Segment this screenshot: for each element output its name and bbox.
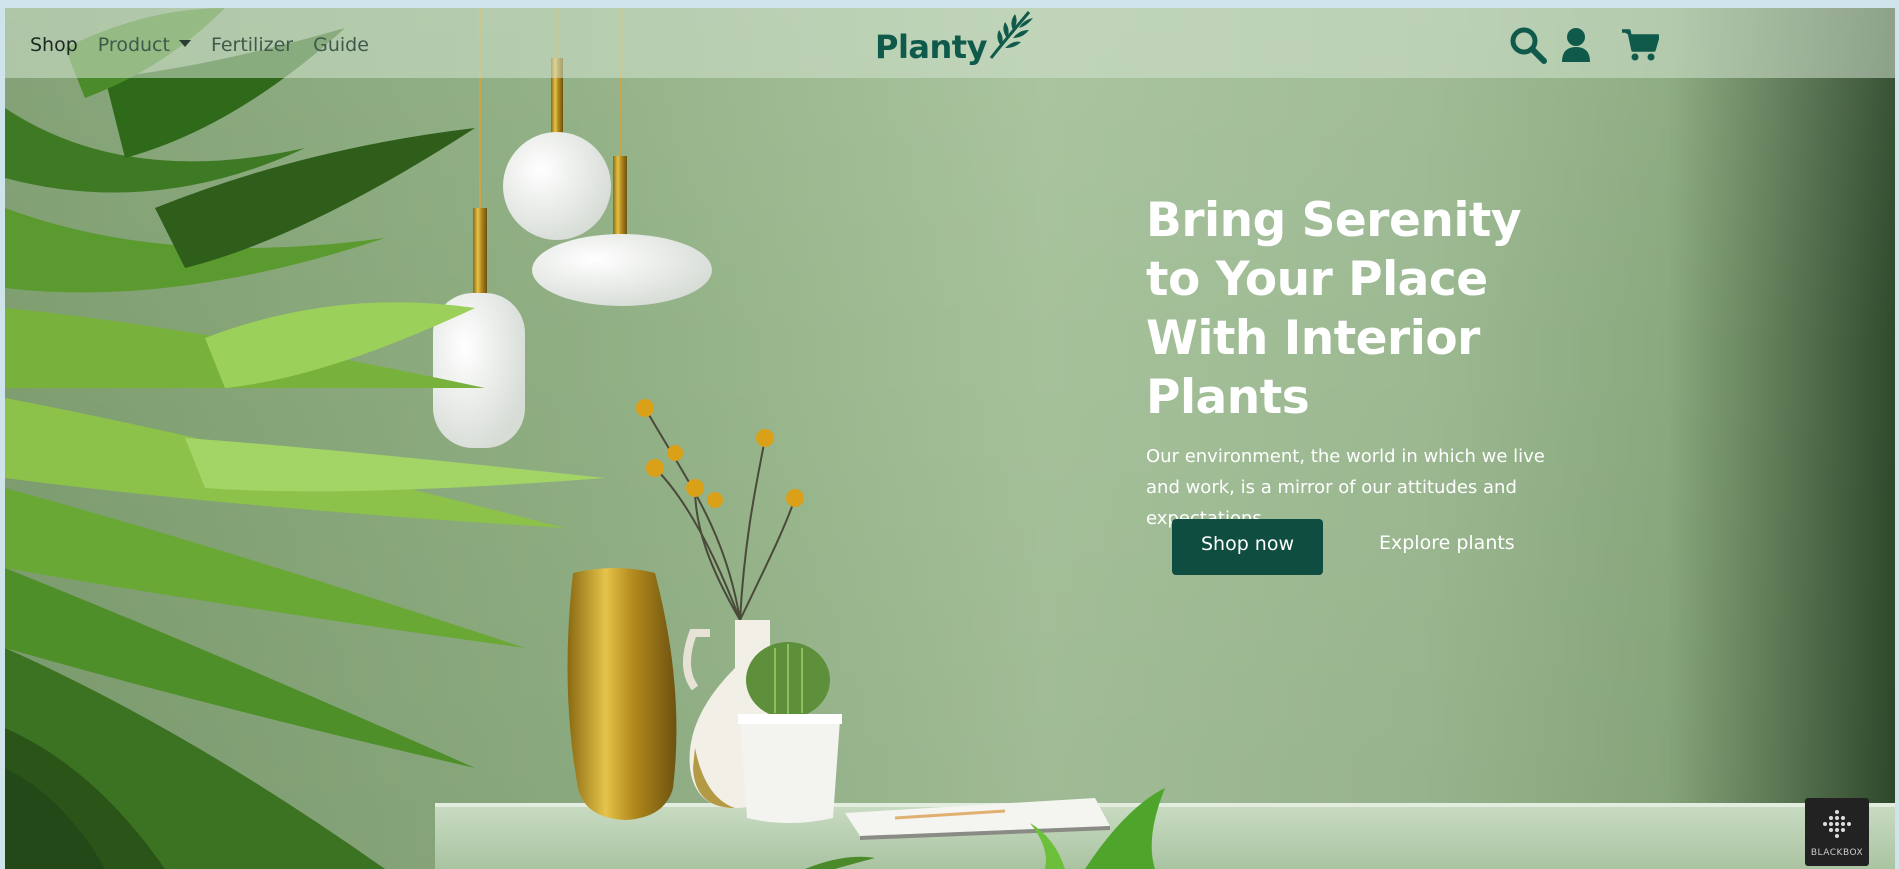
plant-pot — [740, 720, 840, 823]
pendant-lamp — [532, 234, 712, 306]
nav-links: Shop Product Fertilizer Guide — [30, 34, 389, 56]
blackbox-logo-icon — [1823, 810, 1851, 838]
brand-logo[interactable]: Planty — [875, 8, 1035, 72]
nav-fertilizer[interactable]: Fertilizer — [211, 34, 293, 56]
gold-vase — [567, 568, 677, 820]
cart-icon[interactable] — [1621, 28, 1660, 66]
hero-content: Bring Serenity to Your Place With Interi… — [1146, 191, 1566, 534]
explore-plants-link[interactable]: Explore plants — [1379, 532, 1515, 554]
hero-illustration — [5, 8, 1895, 869]
badge-label: BLACKBOX — [1810, 848, 1864, 858]
hero-title: Bring Serenity to Your Place With Interi… — [1146, 193, 1522, 425]
shop-now-button[interactable]: Shop now — [1172, 519, 1323, 575]
brand-name: Planty — [875, 28, 987, 66]
hero-section: Shop Product Fertilizer Guide Planty Bri… — [5, 8, 1895, 869]
navbar: Shop Product Fertilizer Guide Planty — [5, 8, 1895, 78]
nav-shop[interactable]: Shop — [30, 34, 78, 56]
search-icon[interactable] — [1509, 26, 1547, 68]
leaf-logo-icon — [989, 11, 1033, 59]
palm-plant — [5, 8, 605, 869]
pendant-lamp — [503, 132, 611, 240]
header-icons — [1509, 26, 1660, 68]
shelf — [435, 803, 1895, 869]
nav-guide[interactable]: Guide — [313, 34, 369, 56]
blackbox-badge[interactable]: BLACKBOX — [1805, 798, 1869, 866]
user-icon[interactable] — [1561, 27, 1591, 67]
nav-product-dropdown[interactable]: Product — [98, 34, 191, 56]
caret-down-icon — [178, 40, 191, 47]
nav-product-label: Product — [97, 34, 170, 56]
